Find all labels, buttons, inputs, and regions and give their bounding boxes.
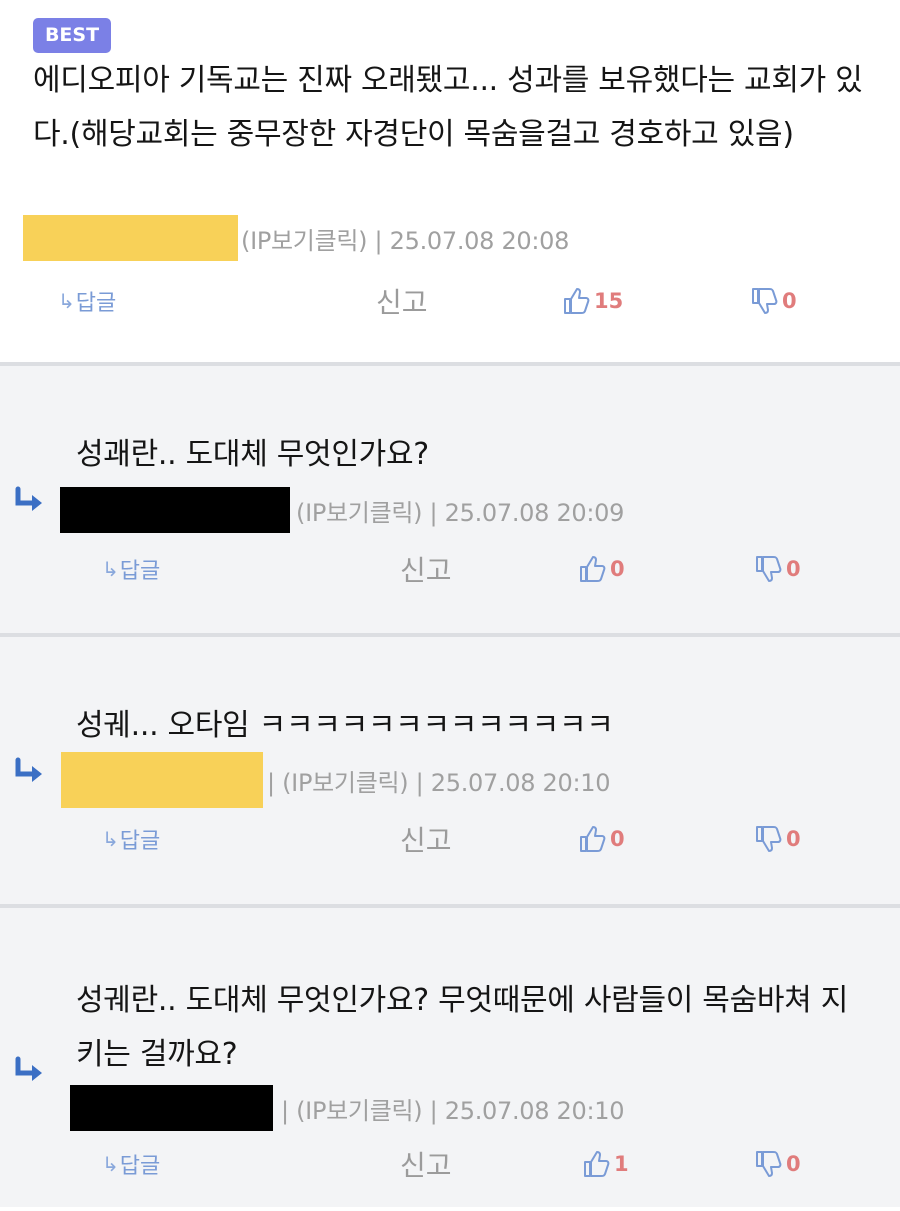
like-button[interactable]: 0	[578, 549, 625, 589]
reply-button-label: 답글	[119, 829, 161, 854]
thumbs-down-icon	[756, 826, 782, 852]
reply-button[interactable]: ↳ 답글	[102, 549, 160, 589]
reply-button[interactable]: ↳ 답글	[102, 1144, 160, 1184]
reply-button-label: 답글	[119, 559, 161, 584]
like-count: 0	[610, 827, 625, 851]
dislike-button[interactable]: 0	[750, 281, 797, 321]
reply-arrow-icon: ↳	[58, 289, 75, 313]
thumbs-up-icon	[584, 1151, 610, 1177]
thumbs-up-icon	[580, 826, 606, 852]
reply-button[interactable]: ↳ 답글	[102, 819, 160, 859]
comment-meta[interactable]: | (IP보기클릭) | 25.07.08 20:10	[267, 763, 611, 798]
comment-text: 에디오피아 기독교는 진짜 오래됐고... 성과를 보유했다는 교회가 있다.(…	[33, 63, 863, 152]
thumbs-down-icon	[756, 1151, 782, 1177]
like-button[interactable]: 15	[562, 281, 623, 321]
like-count: 1	[614, 1152, 629, 1176]
dislike-count: 0	[782, 289, 797, 313]
report-button[interactable]: 신고	[400, 1144, 452, 1184]
comment-actions: ↳ 답글 신고 15 0	[0, 281, 900, 321]
like-button[interactable]: 1	[582, 1144, 629, 1184]
comment-text: 성궤... 오타임 ㅋㅋㅋㅋㅋㅋㅋㅋㅋㅋㅋㅋㅋ	[76, 708, 614, 743]
reply-comment: 성궤... 오타임 ㅋㅋㅋㅋㅋㅋㅋㅋㅋㅋㅋㅋㅋ | (IP보기클릭) | 25.…	[0, 633, 900, 904]
dislike-button[interactable]: 0	[754, 819, 801, 859]
like-count: 0	[610, 557, 625, 581]
dislike-count: 0	[786, 1152, 801, 1176]
reply-button[interactable]: ↳ 답글	[58, 281, 116, 321]
indent-arrow-icon	[15, 757, 42, 782]
author-name-redacted	[23, 215, 238, 261]
report-button[interactable]: 신고	[400, 819, 452, 859]
comment-meta[interactable]: | (IP보기클릭) | 25.07.08 20:10	[281, 1091, 625, 1126]
best-badge: BEST	[33, 18, 111, 53]
reply-arrow-icon: ↳	[102, 1152, 119, 1176]
indent-arrow-icon	[15, 486, 42, 511]
author-line: (IP보기클릭) | 25.07.08 20:08	[23, 215, 569, 261]
comment-actions: ↳ 답글 신고 1 0	[0, 1144, 900, 1184]
comment-text: 성괘란.. 도대체 무엇인가요?	[76, 437, 429, 472]
comment-meta[interactable]: (IP보기클릭) | 25.07.08 20:08	[241, 221, 569, 256]
thumbs-down-icon	[752, 288, 778, 314]
thumbs-up-icon	[564, 288, 590, 314]
dislike-button[interactable]: 0	[754, 549, 801, 589]
reply-button-label: 답글	[119, 1154, 161, 1179]
dislike-count: 0	[786, 827, 801, 851]
best-comment: BEST 에디오피아 기독교는 진짜 오래됐고... 성과를 보유했다는 교회가…	[0, 0, 900, 362]
reply-comment: 성괘란.. 도대체 무엇인가요? (IP보기클릭) | 25.07.08 20:…	[0, 362, 900, 633]
report-button[interactable]: 신고	[400, 549, 452, 589]
dislike-count: 0	[786, 557, 801, 581]
comment-text: 성궤란.. 도대체 무엇인가요? 무엇때문에 사람들이 목숨바쳐 지키는 걸까요…	[76, 983, 849, 1072]
reply-arrow-icon: ↳	[102, 827, 119, 851]
reply-button-label: 답글	[75, 291, 117, 316]
author-line: | (IP보기클릭) | 25.07.08 20:10	[61, 752, 611, 808]
author-line: (IP보기클릭) | 25.07.08 20:09	[60, 487, 624, 533]
dislike-button[interactable]: 0	[754, 1144, 801, 1184]
author-name-redacted	[60, 487, 290, 533]
author-name-redacted	[61, 752, 263, 808]
like-button[interactable]: 0	[578, 819, 625, 859]
comment-actions: ↳ 답글 신고 0 0	[0, 549, 900, 589]
reply-comment: 성궤란.. 도대체 무엇인가요? 무엇때문에 사람들이 목숨바쳐 지키는 걸까요…	[0, 904, 900, 1207]
report-button[interactable]: 신고	[376, 281, 428, 321]
comment-actions: ↳ 답글 신고 0 0	[0, 819, 900, 859]
author-line: | (IP보기클릭) | 25.07.08 20:10	[70, 1085, 625, 1131]
like-count: 15	[594, 289, 624, 313]
comment-meta[interactable]: (IP보기클릭) | 25.07.08 20:09	[296, 493, 624, 528]
thumbs-down-icon	[756, 556, 782, 582]
reply-arrow-icon: ↳	[102, 557, 119, 581]
author-name-redacted	[70, 1085, 273, 1131]
thumbs-up-icon	[580, 556, 606, 582]
indent-arrow-icon	[15, 1056, 42, 1081]
